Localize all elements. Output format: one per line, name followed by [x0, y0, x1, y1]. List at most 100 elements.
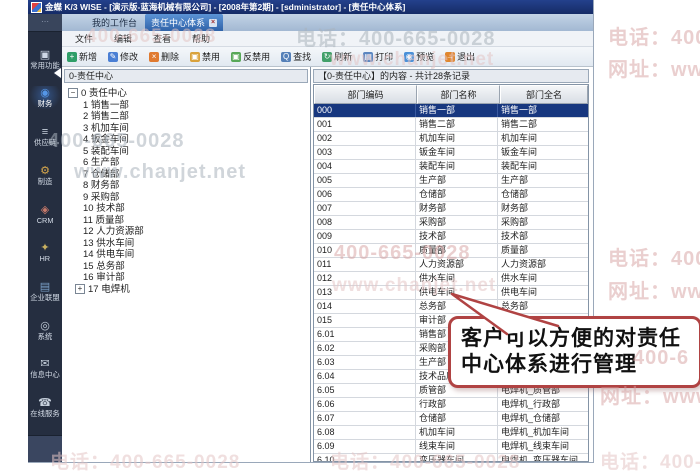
- tree-item[interactable]: 9 采购部: [68, 192, 310, 204]
- toolbar-button-删除[interactable]: × 删除: [149, 50, 179, 63]
- sidebar-item-HR[interactable]: ✦ HR: [28, 241, 62, 264]
- tree-item[interactable]: 10 技术部: [68, 203, 310, 215]
- tree-expand-icon[interactable]: +: [75, 283, 85, 294]
- table-cell: 销售一部: [501, 105, 538, 115]
- callout-line1: 客户可以方便的对责任: [461, 327, 681, 350]
- table-cell: 003: [314, 146, 416, 159]
- table-cell: 004: [314, 160, 416, 173]
- tree-item[interactable]: 13 供水车间: [68, 238, 310, 250]
- watermark-text: 电话：400-66: [608, 27, 700, 49]
- tree-item[interactable]: 3 机加车间: [68, 123, 310, 135]
- tree-item[interactable]: 12 人力资源部: [68, 226, 310, 238]
- tab-responsibility-center[interactable]: 责任中心体系 ×: [145, 14, 224, 31]
- tree-item-collapsed[interactable]: +17 电焊机: [68, 284, 310, 296]
- toolbar-button-退出[interactable]: → 退出: [445, 50, 475, 63]
- toolbar-button-预览[interactable]: ◉ 预览: [404, 50, 434, 63]
- toolbar-button-label: 预览: [416, 52, 435, 62]
- toolbar-button-刷新[interactable]: ↻ 刷新: [322, 50, 352, 63]
- tree-item[interactable]: 7 仓储部: [68, 169, 310, 181]
- table-row[interactable]: 006 仓储部 仓储部: [314, 188, 588, 202]
- tree-item[interactable]: 8 财务部: [68, 180, 310, 192]
- sidebar-item-label: 供应链: [33, 138, 57, 147]
- tree-item[interactable]: 4 钣金车间: [68, 134, 310, 146]
- toolbar-刷新-icon: ↻: [322, 51, 333, 62]
- table-row[interactable]: 000 销售一部 销售一部: [314, 104, 588, 118]
- column-header-部门全名[interactable]: 部门全名: [500, 85, 588, 104]
- table-row[interactable]: 008 采购部 采购部: [314, 216, 588, 230]
- sidebar-供应链-icon: ≡: [41, 126, 49, 139]
- toolbar-button-查找[interactable]: Q 查找: [281, 50, 311, 63]
- table-row[interactable]: 002 机加车间 机加车间: [314, 132, 588, 146]
- menu-编辑[interactable]: 编辑: [114, 32, 132, 45]
- toolbar-button-label: 删除: [161, 52, 180, 62]
- table-cell: 供电车间: [501, 287, 538, 297]
- tab-close-icon[interactable]: ×: [209, 18, 218, 27]
- toolbar-button-反禁用[interactable]: ▣ 反禁用: [231, 50, 270, 63]
- table-row[interactable]: 6.06 行政部 电焊机_行政部: [314, 398, 588, 412]
- sidebar-item-企业联盟[interactable]: ▤ 企业联盟: [28, 280, 62, 303]
- table-cell: 电焊机_线束车间: [501, 441, 570, 451]
- tree-item[interactable]: 16 审计部: [68, 272, 310, 284]
- table-cell: 总务部: [501, 301, 529, 311]
- table-row[interactable]: 001 销售二部 销售二部: [314, 118, 588, 132]
- table-cell: 6.02: [314, 342, 416, 355]
- table-row[interactable]: 004 装配车间 装配车间: [314, 160, 588, 174]
- table-row[interactable]: 6.09 线束车间 电焊机_线束车间: [314, 440, 588, 454]
- table-row[interactable]: 6.10 变压器车间 电焊机_变压器车间: [314, 454, 588, 461]
- tab-my-workbench[interactable]: 我的工作台: [84, 14, 145, 31]
- menu-bar: 文件 编辑 查看 帮助: [62, 31, 593, 47]
- table-cell: 014: [314, 300, 416, 313]
- sidebar-item-制造[interactable]: ⚙ 制造: [28, 164, 62, 187]
- sidebar-item-信息中心[interactable]: ✉ 信息中心: [28, 357, 62, 380]
- table-cell: 6.08: [314, 426, 416, 439]
- sidebar-nav-button[interactable]: ⋯: [28, 14, 62, 32]
- table-row[interactable]: 003 钣金车间 钣金车间: [314, 146, 588, 160]
- sidebar-信息中心-icon: ✉: [40, 358, 50, 371]
- watermark-text: 电话：400-6: [600, 452, 700, 473]
- tree-item[interactable]: 6 生产部: [68, 157, 310, 169]
- column-header-部门编码[interactable]: 部门编码: [314, 85, 417, 104]
- table-cell: 供水车间: [416, 272, 498, 285]
- column-header-部门名称[interactable]: 部门名称: [417, 85, 500, 104]
- table-cell: 6.10: [314, 454, 416, 461]
- table-row[interactable]: 009 技术部 技术部: [314, 230, 588, 244]
- table-cell: 6.01: [314, 328, 416, 341]
- table-row[interactable]: 013 供电车间 供电车间: [314, 286, 588, 300]
- tree-item[interactable]: 2 销售二部: [68, 111, 310, 123]
- tree-root-item[interactable]: −0 责任中心: [68, 88, 310, 100]
- table-row[interactable]: 014 总务部 总务部: [314, 300, 588, 314]
- menu-查看[interactable]: 查看: [153, 32, 171, 45]
- tree-item[interactable]: 14 供电车间: [68, 249, 310, 261]
- toolbar-button-新增[interactable]: + 新增: [67, 50, 97, 63]
- table-row[interactable]: 007 财务部 财务部: [314, 202, 588, 216]
- sidebar-item-系统[interactable]: ◎ 系统: [28, 319, 62, 342]
- sidebar-item-CRM[interactable]: ◈ CRM: [28, 203, 62, 226]
- tree-item[interactable]: 1 销售一部: [68, 100, 310, 112]
- menu-帮助[interactable]: 帮助: [192, 32, 210, 45]
- table-row[interactable]: 005 生产部 生产部: [314, 174, 588, 188]
- sidebar-collapse-arrow-icon[interactable]: [54, 68, 61, 78]
- table-row[interactable]: 010 质量部 质量部: [314, 244, 588, 258]
- sidebar-item-财务[interactable]: ◉ 财务: [28, 86, 62, 110]
- sidebar-item-供应链[interactable]: ≡ 供应链: [28, 125, 62, 148]
- tree-item[interactable]: 15 总务部: [68, 261, 310, 273]
- toolbar-button-label: 查找: [293, 52, 312, 62]
- table-row[interactable]: 011 人力资源部 人力资源部: [314, 258, 588, 272]
- toolbar-button-打印[interactable]: ▤ 打印: [363, 50, 393, 63]
- menu-文件[interactable]: 文件: [75, 32, 93, 45]
- table-info-bar: 【0-责任中心】的内容 - 共计28条记录: [313, 69, 589, 83]
- toolbar-button-禁用[interactable]: ▣ 禁用: [190, 50, 220, 63]
- tree-item[interactable]: 5 装配车间: [68, 146, 310, 158]
- sidebar-item-在线服务[interactable]: ☎ 在线服务: [28, 396, 62, 419]
- table-cell: 装配车间: [416, 160, 498, 173]
- toolbar-button-修改[interactable]: ✎ 修改: [108, 50, 138, 63]
- table-row[interactable]: 012 供水车间 供水车间: [314, 272, 588, 286]
- tree-collapse-icon[interactable]: −: [68, 88, 78, 99]
- sidebar-item-label: 系统: [37, 332, 53, 341]
- toolbar-删除-icon: ×: [149, 51, 160, 62]
- table-row[interactable]: 6.07 仓储部 电焊机_仓储部: [314, 412, 588, 426]
- tree-item[interactable]: 11 质量部: [68, 215, 310, 227]
- table-cell: 015: [314, 314, 416, 327]
- table-cell: 电焊机_机加车间: [501, 427, 570, 437]
- table-row[interactable]: 6.08 机加车间 电焊机_机加车间: [314, 426, 588, 440]
